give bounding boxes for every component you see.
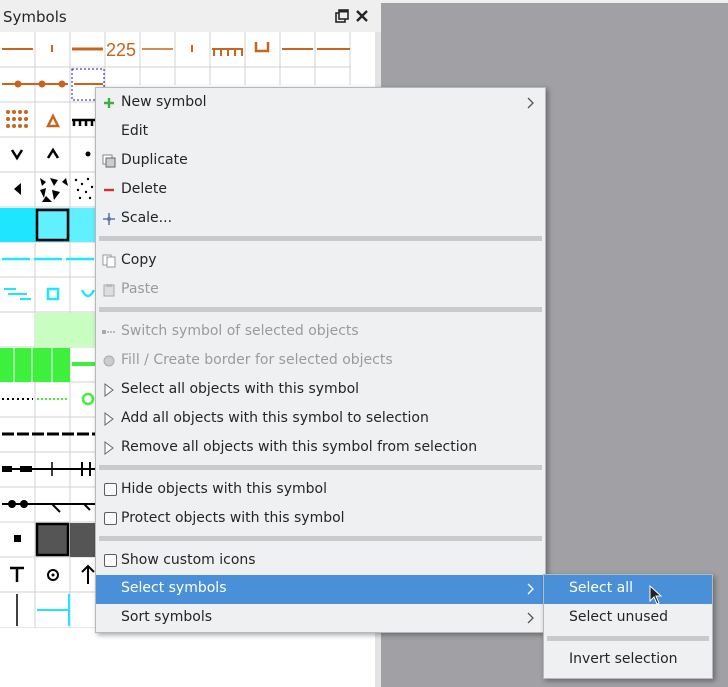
switch-symbol-icon — [102, 330, 116, 334]
menu-item-label: Show custom icons — [121, 552, 256, 568]
copy-icon — [102, 254, 116, 268]
menu-item-label: Fill / Create border for selected object… — [121, 352, 393, 368]
close-icon[interactable] — [355, 9, 369, 23]
submenu-item-select-all[interactable]: Select all — [544, 575, 712, 604]
menu-separator — [99, 465, 542, 470]
chevron-right-icon — [527, 583, 534, 595]
panel-title-bar: Symbols — [0, 0, 377, 32]
menu-item-delete[interactable]: Delete — [96, 176, 545, 205]
menu-item-protect-objects[interactable]: Protect objects with this symbol — [96, 505, 545, 534]
menu-item-copy[interactable]: Copy — [96, 247, 545, 276]
menu-separator — [99, 307, 542, 312]
menu-item-label: Select symbols — [121, 580, 227, 596]
scale-icon — [103, 213, 115, 225]
menu-item-select-all-objects[interactable]: Select all objects with this symbol — [96, 376, 545, 405]
menu-item-label: Duplicate — [121, 152, 188, 168]
menu-item-add-objects[interactable]: Add all objects with this symbol to sele… — [96, 405, 545, 434]
menu-item-fill-border[interactable]: Fill / Create border for selected object… — [96, 347, 545, 376]
menu-item-duplicate[interactable]: Duplicate — [96, 147, 545, 176]
cursor-icon — [104, 383, 114, 397]
chevron-right-icon — [527, 612, 534, 624]
menu-item-select-symbols[interactable]: Select symbols — [96, 575, 545, 604]
menu-item-label: Scale... — [121, 210, 173, 226]
symbol-label-225: 225 — [106, 40, 136, 60]
menu-item-label: Paste — [121, 281, 159, 297]
menu-item-hide-objects[interactable]: Hide objects with this symbol — [96, 476, 545, 505]
menu-item-show-custom-icons[interactable]: Show custom icons — [96, 547, 545, 576]
menu-item-label: Switch symbol of selected objects — [121, 323, 359, 339]
menu-item-remove-objects[interactable]: Remove all objects with this symbol from… — [96, 434, 545, 463]
float-icon[interactable] — [335, 9, 349, 23]
menu-item-switch-symbol[interactable]: Switch symbol of selected objects — [96, 318, 545, 347]
mouse-cursor-icon — [649, 585, 663, 605]
menu-item-paste[interactable]: Paste — [96, 276, 545, 305]
menu-item-label: Invert selection — [569, 651, 678, 667]
menu-item-sort-symbols[interactable]: Sort symbols — [96, 604, 545, 633]
menu-separator — [99, 236, 542, 241]
checkbox[interactable] — [104, 483, 117, 496]
fill-border-icon — [103, 355, 115, 367]
menu-item-label: Sort symbols — [121, 609, 212, 625]
submenu-item-invert-selection[interactable]: Invert selection — [544, 646, 712, 675]
cursor-icon — [104, 412, 114, 426]
menu-item-label: Select all — [569, 580, 633, 596]
menu-item-scale[interactable]: Scale... — [96, 205, 545, 234]
menu-item-label: Hide objects with this symbol — [121, 481, 327, 497]
plus-icon — [104, 98, 114, 108]
paste-icon — [103, 284, 115, 297]
menu-separator — [547, 636, 709, 641]
menu-item-label: Edit — [121, 123, 149, 139]
menu-item-label: Select all objects with this symbol — [121, 381, 360, 397]
duplicate-icon — [102, 154, 116, 168]
checkbox[interactable] — [104, 512, 117, 525]
menu-item-new-symbol[interactable]: New symbol — [96, 89, 545, 118]
chevron-right-icon — [527, 97, 534, 109]
checkbox[interactable] — [104, 554, 117, 567]
menu-item-edit[interactable]: Edit — [96, 118, 545, 147]
menu-item-label: Add all objects with this symbol to sele… — [121, 410, 429, 426]
context-menu: New symbol Edit Duplicate Delete Scale..… — [95, 87, 546, 633]
minus-icon — [104, 188, 114, 192]
menu-item-label: Protect objects with this symbol — [121, 510, 345, 526]
menu-item-label: Select unused — [569, 609, 669, 625]
select-symbols-submenu: Select all Select unused Invert selectio… — [543, 574, 713, 679]
cursor-icon — [104, 441, 114, 455]
menu-separator — [99, 536, 542, 541]
submenu-item-select-unused[interactable]: Select unused — [544, 604, 712, 633]
menu-item-label: New symbol — [121, 94, 207, 110]
menu-item-label: Copy — [121, 252, 157, 268]
menu-item-label: Delete — [121, 181, 167, 197]
menu-item-label: Remove all objects with this symbol from… — [121, 439, 478, 455]
panel-title: Symbols — [3, 8, 67, 26]
